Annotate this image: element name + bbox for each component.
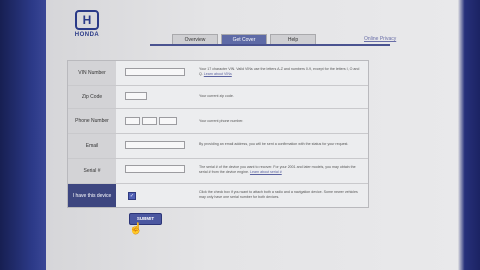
- phone-label: Phone Number: [68, 109, 116, 133]
- email-label: Email: [68, 134, 116, 158]
- device-help: Click the check box if you want to attac…: [199, 190, 358, 199]
- phone-area-input[interactable]: [125, 117, 140, 125]
- vin-help-link[interactable]: Learn about VINs: [204, 72, 232, 76]
- hand-cursor-icon: ☝: [129, 223, 143, 235]
- device-label: I have this device: [68, 184, 116, 207]
- form-row-vin: VIN Number Your 17 character VIN. Valid …: [68, 61, 368, 86]
- zip-help: Your current zip code.: [199, 94, 234, 98]
- serial-help-link[interactable]: Learn about serial #: [250, 170, 282, 174]
- vin-label: VIN Number: [68, 61, 116, 85]
- honda-logo[interactable]: H HONDA: [70, 10, 104, 38]
- honda-h-icon: H: [75, 10, 99, 30]
- device-checkbox[interactable]: ✓: [128, 192, 136, 200]
- serial-input[interactable]: [125, 165, 185, 173]
- zip-label: Zip Code: [68, 86, 116, 108]
- form-row-device: I have this device ✓ Click the check box…: [68, 184, 368, 207]
- email-help: By providing an email address, you will …: [199, 142, 349, 146]
- form-row-zip: Zip Code Your current zip code.: [68, 86, 368, 109]
- monitor-bezel-right: [458, 0, 480, 270]
- zip-input[interactable]: [125, 92, 147, 100]
- vin-help: Your 17 character VIN. Valid VINs use th…: [199, 67, 360, 76]
- phone-prefix-input[interactable]: [142, 117, 157, 125]
- monitor-bezel-left: [0, 0, 46, 270]
- brand-wordmark: HONDA: [74, 32, 100, 38]
- phone-help: Your current phone number.: [199, 119, 244, 123]
- serial-help: The serial # of the device you want to r…: [199, 165, 356, 174]
- form-row-email: Email By providing an email address, you…: [68, 134, 368, 159]
- form-row-serial: Serial # The serial # of the device you …: [68, 159, 368, 184]
- tab-underline: [150, 44, 390, 46]
- form-row-phone: Phone Number Your current phone number.: [68, 109, 368, 134]
- vehicle-form: VIN Number Your 17 character VIN. Valid …: [67, 60, 369, 208]
- privacy-link[interactable]: Online Privacy: [364, 36, 396, 42]
- serial-label: Serial #: [68, 159, 116, 183]
- phone-line-input[interactable]: [159, 117, 177, 125]
- email-input[interactable]: [125, 141, 185, 149]
- vin-input[interactable]: [125, 68, 185, 76]
